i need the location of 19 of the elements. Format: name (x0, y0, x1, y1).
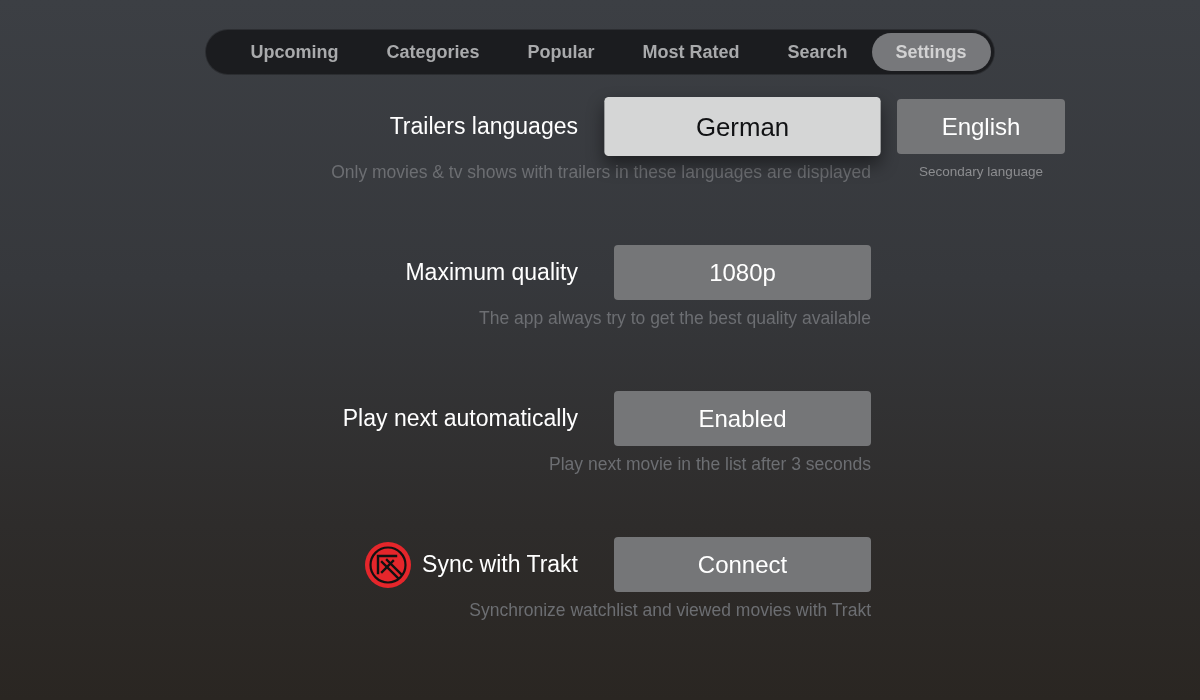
setting-label: Trailers languages (389, 113, 578, 140)
tab[interactable]: Search (763, 33, 872, 71)
setting-hint: The app always try to get the best quality available (478, 308, 871, 328)
option-button[interactable]: English (897, 99, 1065, 154)
option-caption: Secondary language (918, 164, 1044, 180)
setting-label: Sync with Trakt (422, 551, 578, 578)
tab[interactable]: Popular (503, 33, 619, 71)
setting-hint: Play next movie in the list after 3 seconds (549, 454, 871, 474)
tab[interactable]: Most Rated (618, 33, 764, 71)
setting-label: Maximum quality (405, 259, 578, 286)
option-button[interactable]: German (604, 96, 881, 157)
setting-hint: Synchronize watchlist and viewed movies with Trakt (469, 600, 871, 620)
option-button[interactable]: 1080p (614, 245, 871, 300)
option-button[interactable]: Enabled (614, 391, 871, 446)
option-button[interactable]: Connect (614, 537, 871, 592)
tab[interactable]: Categories (362, 33, 504, 71)
tab[interactable]: Upcoming (226, 33, 363, 71)
logo-icon (365, 541, 412, 588)
setting-label: Play next automatically (342, 405, 578, 432)
